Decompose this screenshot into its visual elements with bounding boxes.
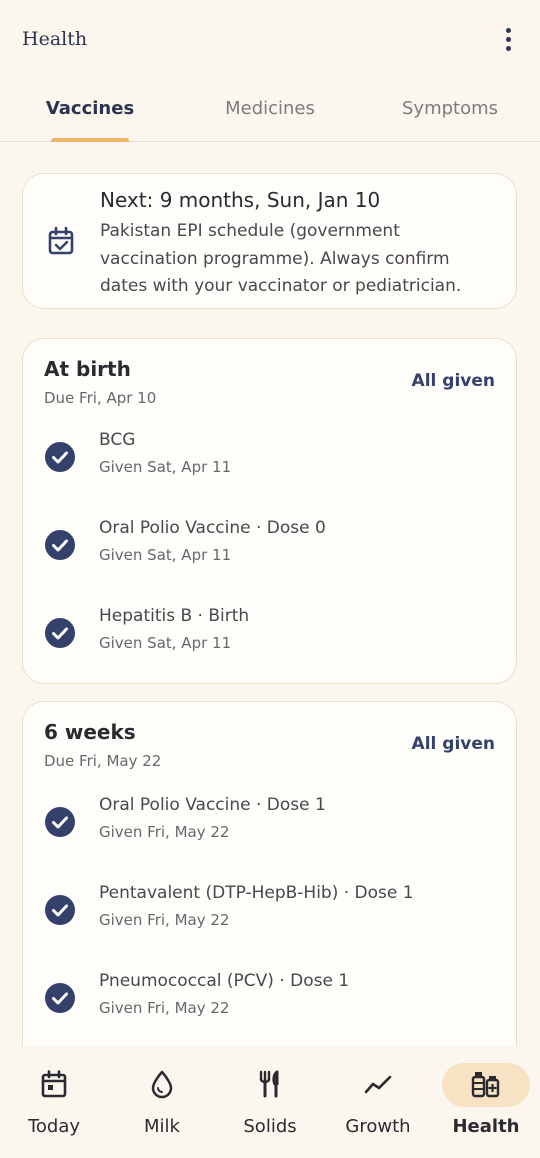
dose-name: Hepatitis B · Birth [99,606,250,626]
group-status-badge: All given [411,371,495,391]
nav-label-growth: Growth [345,1116,411,1137]
dose-row[interactable]: Oral Polio Vaccine · Dose 1 Given Fri, M… [23,795,516,865]
bottom-navigation: Today Milk Solids Growth Health [0,1046,540,1158]
vaccine-list[interactable]: Next: 9 months, Sun, Jan 10 Pakistan EPI… [0,142,540,1046]
check-circle-icon [45,807,75,837]
dose-row[interactable]: Oral Polio Vaccine · Dose 0 Given Sat, A… [23,518,516,588]
check-circle-icon [45,442,75,472]
dose-given-date: Given Fri, May 22 [99,823,230,841]
tab-vaccines-label: Vaccines [45,98,135,119]
nav-label-solids: Solids [243,1116,297,1137]
droplet-icon [151,1070,173,1099]
dose-row[interactable]: BCG Given Sat, Apr 11 [23,430,516,500]
tab-vaccines[interactable]: Vaccines [0,78,180,142]
nav-item-milk[interactable]: Milk [108,1046,216,1158]
group-due-date: Due Fri, Apr 10 [44,389,157,407]
tab-medicines-label: Medicines [225,98,315,119]
app-bar: Health [0,0,540,78]
app-title: Health [22,28,88,50]
check-circle-icon [45,895,75,925]
check-circle-icon [45,618,75,648]
next-vaccine-title: Next: 9 months, Sun, Jan 10 [100,188,381,212]
vaccine-vials-icon [471,1072,500,1098]
tab-bar: Vaccines Medicines Symptoms [0,78,540,142]
tab-symptoms-label: Symptoms [401,98,499,119]
dose-name: Oral Polio Vaccine · Dose 1 [99,795,326,815]
fork-knife-icon [259,1070,279,1098]
group-status-badge: All given [411,734,495,754]
group-title: 6 weeks [44,720,136,744]
group-title: At birth [44,357,131,381]
nav-label-today: Today [27,1116,81,1137]
vaccine-group-at-birth[interactable]: At birth Due Fri, Apr 10 All given BCG G… [22,338,517,684]
more-options-icon[interactable] [496,24,520,54]
dose-row[interactable]: Hepatitis B · Birth Given Sat, Apr 11 [23,606,516,676]
dose-given-date: Given Fri, May 22 [99,999,230,1017]
group-due-date: Due Fri, May 22 [44,752,162,770]
tab-medicines[interactable]: Medicines [180,78,360,141]
vaccine-group-6-weeks[interactable]: 6 weeks Due Fri, May 22 All given Oral P… [22,701,517,1046]
dose-given-date: Given Fri, May 22 [99,911,230,929]
nav-label-milk: Milk [144,1116,180,1137]
check-circle-icon [45,530,75,560]
schedule-note: Pakistan EPI schedule (government vaccin… [100,221,462,296]
dose-name: BCG [99,430,136,450]
dose-name: Oral Polio Vaccine · Dose 0 [99,518,326,538]
dose-given-date: Given Sat, Apr 11 [99,458,232,476]
tab-symptoms[interactable]: Symptoms [360,78,540,141]
dose-name: Pentavalent (DTP-HepB-Hib) · Dose 1 [99,883,414,903]
calendar-check-icon [48,226,74,255]
dose-name: Pneumococcal (PCV) · Dose 1 [99,971,350,991]
next-vaccine-card: Next: 9 months, Sun, Jan 10 Pakistan EPI… [22,173,517,309]
nav-item-solids[interactable]: Solids [216,1046,324,1158]
nav-item-health[interactable]: Health [432,1046,540,1158]
dose-given-date: Given Sat, Apr 11 [99,546,232,564]
check-circle-icon [45,983,75,1013]
dose-row[interactable]: Pneumococcal (PCV) · Dose 1 Given Fri, M… [23,971,516,1041]
nav-label-health: Health [452,1116,520,1137]
dose-row[interactable]: Pentavalent (DTP-HepB-Hib) · Dose 1 Give… [23,883,516,953]
nav-item-today[interactable]: Today [0,1046,108,1158]
calendar-icon [41,1070,67,1098]
trend-line-icon [364,1075,392,1094]
dose-given-date: Given Sat, Apr 11 [99,634,232,652]
nav-item-growth[interactable]: Growth [324,1046,432,1158]
